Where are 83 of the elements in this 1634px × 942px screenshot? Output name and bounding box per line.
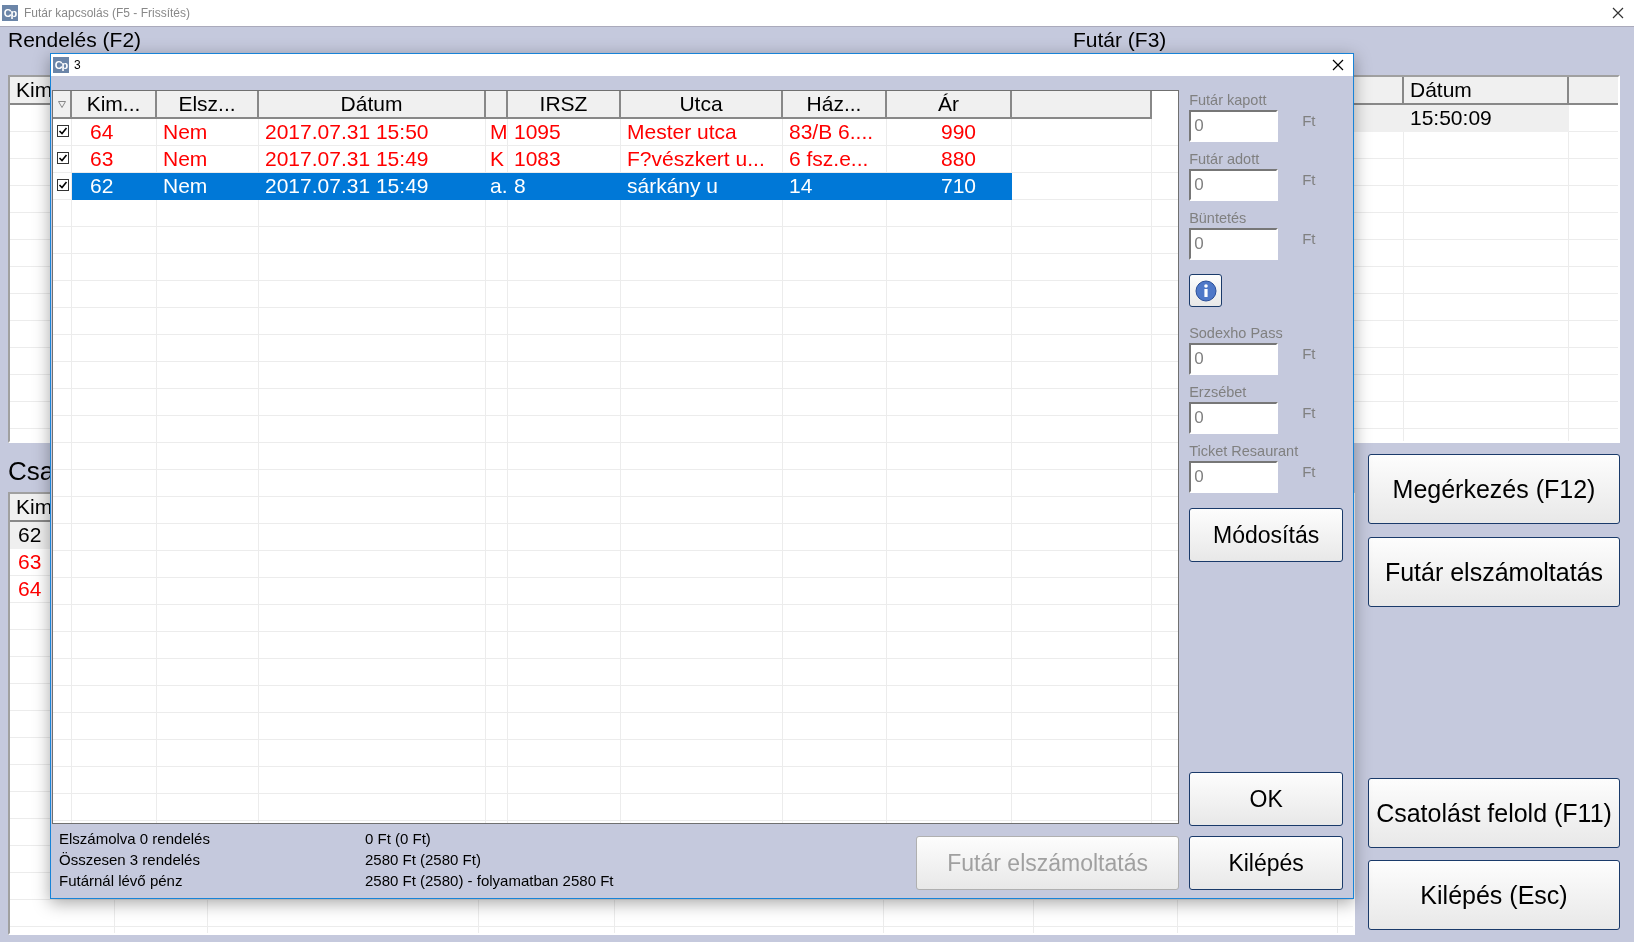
dialog-title: 3 <box>74 58 82 72</box>
table-cell-text: 6 fsz.e... <box>788 146 870 172</box>
section-heading: Futár (F3) <box>1073 28 1167 51</box>
table-cell-text: 64 <box>89 119 115 145</box>
unit-label: Ft <box>1302 170 1316 188</box>
table-cell: 15:50:09 <box>1404 105 1569 132</box>
amount-field[interactable]: 0 <box>1189 110 1279 142</box>
table-cell-text: 63 <box>17 549 43 575</box>
table-cell-text: 2017.07.31 15:50 <box>264 119 430 145</box>
summary-label: Elszámolva 0 rendelés <box>59 830 211 847</box>
amount-field[interactable]: 0 <box>1189 461 1279 493</box>
action-button[interactable]: Futár elszámoltatás <box>1368 537 1620 607</box>
field-label: Büntetés <box>1189 209 1248 228</box>
column-header[interactable] <box>486 91 508 119</box>
table-cell: 2017.07.31 15:49 <box>259 173 486 200</box>
unit-label: Ft <box>1302 229 1316 247</box>
unit-label: Ft <box>1302 344 1316 362</box>
table-cell: 14 <box>783 173 887 200</box>
column-header[interactable]: Ház... <box>783 91 887 119</box>
dialog-button[interactable]: OK <box>1189 772 1344 826</box>
table-cell: sárkány u <box>621 173 783 200</box>
section-heading: Rendelés (F2) <box>8 28 142 51</box>
table-cell-text: Mester utca <box>626 119 738 145</box>
table-cell-text: Nem <box>162 146 209 172</box>
window-title: Futár kapcsolás (F5 - Frissítés) <box>24 6 192 20</box>
table-cell: 710 <box>887 173 1012 200</box>
action-button[interactable]: Megérkezés (F12) <box>1368 454 1620 524</box>
app-icon: Cp <box>53 57 69 73</box>
summary-value: 0 Ft (0 Ft) <box>365 830 432 847</box>
table-cell-text: Nem <box>162 119 209 145</box>
column-header[interactable]: Utca <box>621 91 783 119</box>
info-icon <box>1194 279 1217 302</box>
table-cell-text: 63 <box>89 146 115 172</box>
unit-label: Ft <box>1302 111 1316 129</box>
field-label: Erzsébet <box>1189 383 1248 402</box>
action-button[interactable]: Kilépés (Esc) <box>1368 860 1620 930</box>
amount-field[interactable]: 0 <box>1189 169 1279 201</box>
table-cell: a. <box>486 173 508 200</box>
info-button[interactable] <box>1189 274 1223 307</box>
table-cell-text: 2017.07.31 15:49 <box>264 146 430 172</box>
column-header[interactable]: Elsz... <box>157 91 259 119</box>
amount-field[interactable]: 0 <box>1189 402 1279 434</box>
modify-button[interactable]: Módosítás <box>1189 508 1344 562</box>
table-cell-text: 1095 <box>513 119 562 145</box>
table-cell-text: 880 <box>939 146 977 172</box>
unit-label: Ft <box>1302 462 1316 480</box>
field-label: Sodexho Pass <box>1189 324 1284 343</box>
table-cell-text: 990 <box>939 119 977 145</box>
table-cell-text: M <box>489 119 508 145</box>
close-icon[interactable] <box>1612 7 1624 19</box>
column-header[interactable]: Ár <box>887 91 1012 119</box>
close-icon[interactable] <box>1332 59 1344 71</box>
table-cell-text: F?vészkert u... <box>626 146 766 172</box>
column-header[interactable] <box>1012 91 1152 119</box>
amount-field[interactable]: 0 <box>1189 343 1279 375</box>
field-label: Futár kapott <box>1189 91 1268 110</box>
dialog-button[interactable]: Kilépés <box>1189 836 1344 890</box>
amount-field[interactable]: 0 <box>1189 228 1279 260</box>
column-header[interactable]: Dátum <box>1404 77 1569 105</box>
summary-label: Futárnál lévő pénz <box>59 872 184 889</box>
column-header[interactable]: Kim... <box>72 91 157 119</box>
checkbox[interactable] <box>56 125 69 137</box>
table-cell-text: 1083 <box>513 146 562 172</box>
sort-icon[interactable] <box>57 100 66 108</box>
table-cell-text: 83/B 6.... <box>788 119 875 145</box>
summary-value: 2580 Ft (2580) - folyamatban 2580 Ft <box>365 872 615 889</box>
table-cell: 8 <box>508 173 621 200</box>
table-cell: Nem <box>157 173 259 200</box>
field-label: Futár adott <box>1189 150 1261 169</box>
checkbox[interactable] <box>56 152 69 164</box>
summary-value: 2580 Ft (2580 Ft) <box>365 851 482 868</box>
column-header[interactable]: Dátum <box>259 91 486 119</box>
unit-label: Ft <box>1302 403 1316 421</box>
table-cell: 62 <box>72 173 157 200</box>
column-header[interactable]: IRSZ <box>508 91 621 119</box>
table-cell-text: K <box>489 146 505 172</box>
app-icon: Cp <box>2 5 18 21</box>
summary-label: Összesen 3 rendelés <box>59 851 201 868</box>
checkbox[interactable] <box>56 179 69 191</box>
column-header[interactable] <box>1569 77 1618 105</box>
table-cell-text: 64 <box>17 576 43 602</box>
action-button[interactable]: Csatolást felold (F11) <box>1368 778 1620 848</box>
field-label: Ticket Resaurant <box>1189 442 1300 461</box>
